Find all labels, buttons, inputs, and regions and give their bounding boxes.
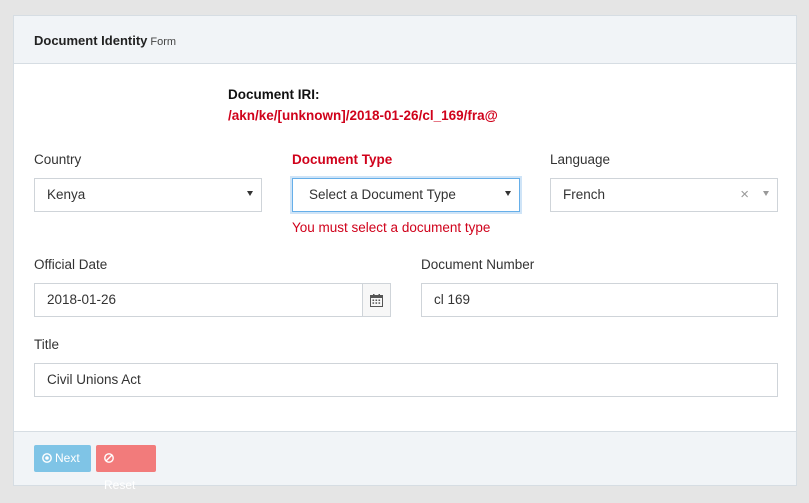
title-label: Title	[34, 337, 60, 352]
document-iri-label: Document IRI:	[228, 87, 320, 102]
title-value: Civil Unions Act	[47, 372, 141, 387]
language-select[interactable]: French ×	[550, 178, 778, 212]
calendar-button[interactable]	[362, 284, 390, 316]
document-identity-panel: Document Identity Form Document IRI: /akn…	[13, 15, 797, 492]
reset-button[interactable]: Reset	[96, 445, 156, 492]
country-select[interactable]: Kenya	[34, 178, 262, 212]
chevron-down-icon	[763, 191, 769, 196]
document-type-placeholder: Select a Document Type	[309, 187, 456, 202]
document-number-input[interactable]: cl 169	[421, 283, 778, 317]
panel-footer: Next Reset	[14, 431, 796, 492]
reset-button-label: Reset	[104, 478, 136, 492]
calendar-icon	[370, 294, 383, 307]
country-label: Country	[34, 152, 82, 167]
document-type-label: Document Type	[292, 152, 393, 167]
chevron-down-icon	[247, 191, 253, 196]
panel-title: Document Identity Form	[34, 33, 176, 48]
official-date-input[interactable]: 2018-01-26	[34, 283, 391, 317]
chevron-down-icon	[505, 191, 511, 196]
next-icon	[42, 452, 52, 463]
document-type-error: You must select a document type	[292, 220, 491, 235]
next-button-label: Next	[55, 451, 80, 465]
clear-icon[interactable]: ×	[740, 179, 749, 211]
document-iri-value: /akn/ke/[unknown]/2018-01-26/cl_169/fra@	[228, 108, 498, 123]
ban-icon	[104, 452, 114, 463]
document-type-select[interactable]: Select a Document Type	[292, 178, 520, 212]
language-label: Language	[550, 152, 611, 167]
document-number-value: cl 169	[434, 292, 471, 307]
next-button[interactable]: Next	[34, 445, 91, 472]
document-number-label: Document Number	[421, 257, 535, 272]
language-value: French	[563, 187, 606, 202]
official-date-value: 2018-01-26	[47, 292, 117, 307]
panel-title-text: Document Identity	[34, 33, 148, 48]
panel-subtitle: Form	[150, 36, 177, 48]
panel-header: Document Identity Form	[14, 16, 796, 64]
country-value: Kenya	[47, 187, 86, 202]
title-input[interactable]: Civil Unions Act	[34, 363, 778, 397]
official-date-label: Official Date	[34, 257, 108, 272]
